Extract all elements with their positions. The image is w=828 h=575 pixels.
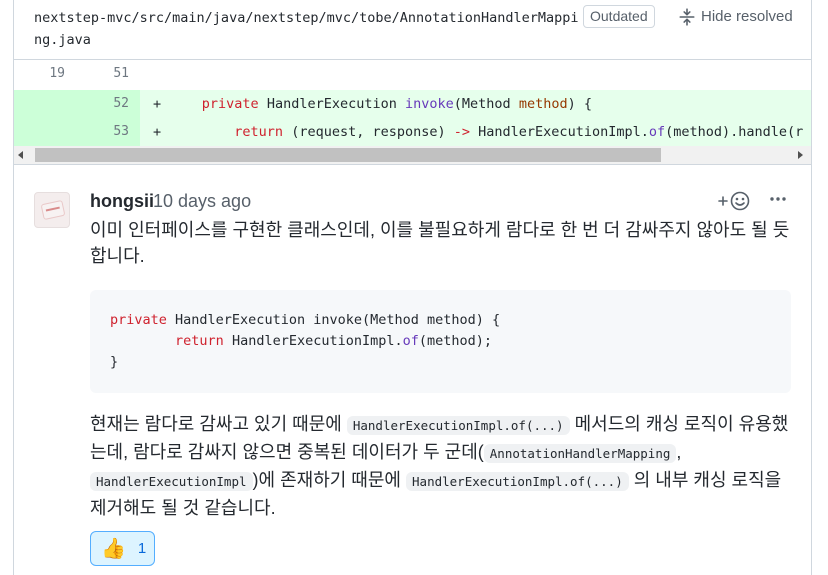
comment-paragraph: 이미 인터페이스를 구현한 클래스인데, 이를 불필요하게 람다로 한 번 더 …: [90, 220, 790, 266]
comment-paragraph: 현재는 람다로 감싸고 있기 때문에 HandlerExecutionImpl.…: [90, 411, 795, 521]
file-header: nextstep-mvc/src/main/java/nextstep/mvc/…: [14, 0, 811, 60]
fold-icon: [679, 8, 695, 26]
thumbs-up-icon: 👍: [101, 537, 126, 560]
scrollbar-thumb[interactable]: [35, 148, 661, 162]
file-path-link[interactable]: nextstep-mvc/src/main/java/nextstep/mvc/…: [34, 7, 579, 51]
inline-code: HandlerExecutionImpl.of(...): [406, 472, 629, 491]
comment-timestamp[interactable]: 10 days ago: [153, 189, 251, 213]
diff-marker: +: [153, 124, 162, 140]
old-line-number[interactable]: 19: [14, 60, 65, 88]
paragraph-text: )에 존재하기 때문에: [252, 470, 401, 490]
more-options-button[interactable]: [766, 188, 790, 214]
horizontal-scrollbar[interactable]: [14, 146, 811, 164]
reaction-count: 1: [137, 540, 147, 557]
inline-code: HandlerExecutionImpl.of(...): [346, 416, 570, 435]
code-block: private HandlerExecution invoke(Method m…: [90, 290, 791, 393]
code-line: + return (request, response) -> HandlerE…: [153, 124, 804, 140]
review-thread: nextstep-mvc/src/main/java/nextstep/mvc/…: [13, 0, 812, 575]
diff-row-added: 52 + private HandlerExecution invoke(Met…: [14, 90, 811, 118]
diff-table: 19 51 52 + private HandlerExecution invo…: [14, 60, 811, 148]
inline-code: HandlerExecutionImpl: [90, 472, 253, 491]
kebab-horizontal-icon: [770, 197, 786, 201]
smiley-plus-icon: [718, 191, 750, 211]
new-line-number[interactable]: 51: [77, 60, 129, 88]
inline-code: AnnotationHandlerMapping: [483, 444, 677, 463]
add-reaction-button[interactable]: [716, 188, 756, 214]
diff-marker: +: [153, 96, 162, 112]
paragraph-text: ,: [676, 442, 682, 462]
hide-resolved-label: Hide resolved: [701, 8, 793, 25]
avatar-mark: [40, 199, 66, 221]
avatar[interactable]: [34, 192, 70, 228]
paragraph-text: 현재는 람다로 감싸고 있기 때문에: [90, 414, 342, 434]
scroll-right-icon[interactable]: [798, 151, 803, 159]
comment-author[interactable]: hongsii: [90, 189, 154, 213]
outdated-label: Outdated: [583, 5, 655, 28]
diff-row-added: 53 + return (request, response) -> Handl…: [14, 118, 811, 146]
divider: [14, 164, 811, 165]
code-line: + private HandlerExecution invoke(Method…: [153, 96, 592, 112]
diff-row-context: 19 51: [14, 60, 811, 88]
scroll-left-icon[interactable]: [18, 151, 23, 159]
hide-resolved-button[interactable]: Hide resolved: [678, 6, 793, 28]
new-line-number[interactable]: 52: [77, 90, 129, 118]
thumbs-up-reaction-button[interactable]: 👍 1: [90, 531, 155, 566]
new-line-number[interactable]: 53: [77, 118, 129, 146]
